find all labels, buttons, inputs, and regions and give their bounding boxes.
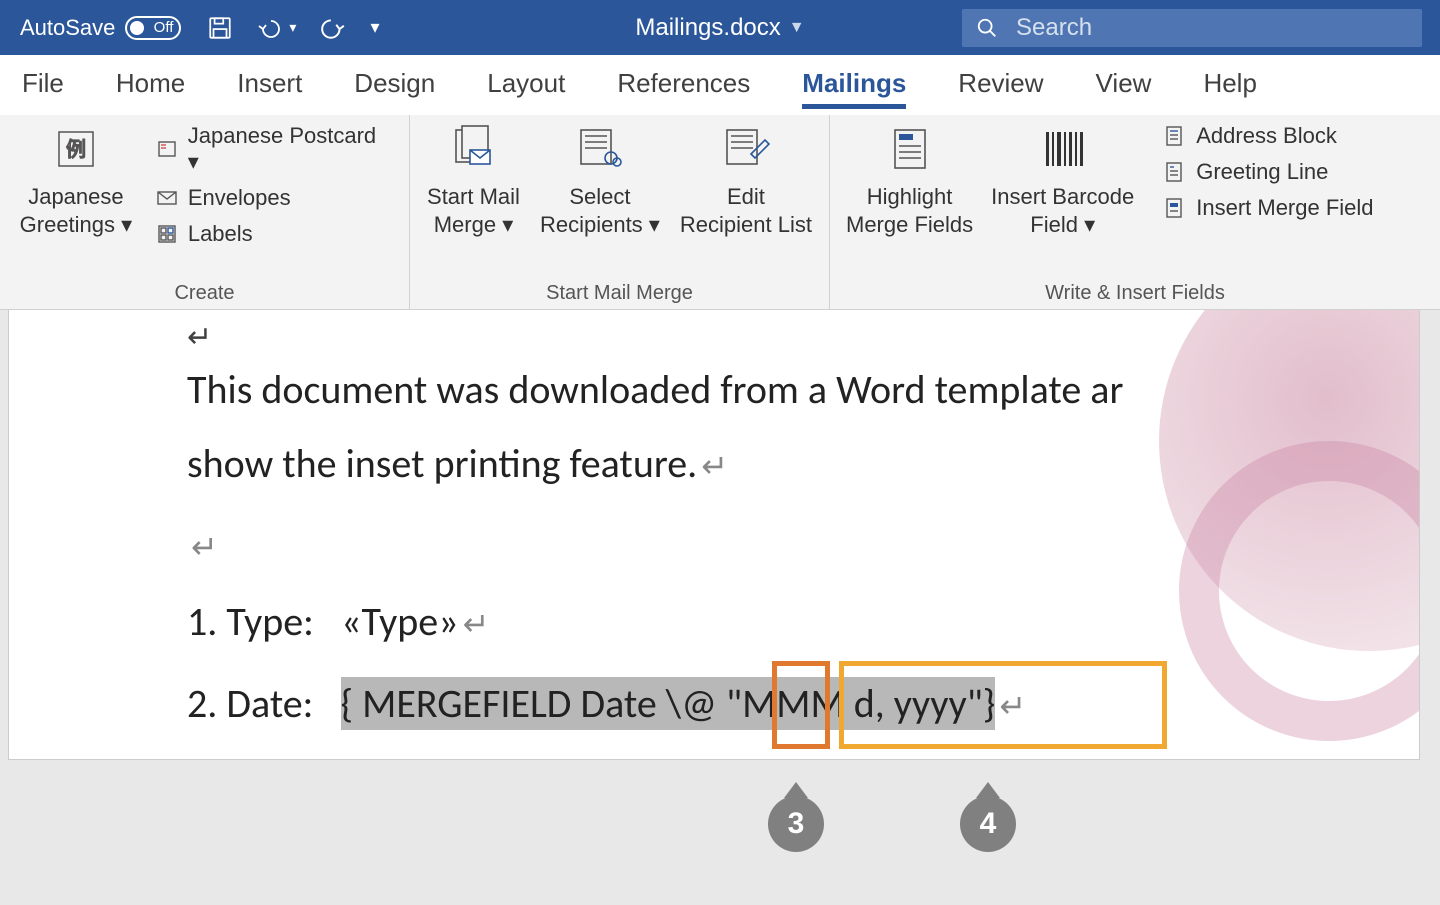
envelope-icon — [154, 189, 180, 207]
highlight-icon — [885, 123, 935, 175]
title-bar: AutoSave Off ▾ ▾ Mailings.docx ▼ Search — [0, 0, 1440, 55]
merge-space — [717, 679, 726, 728]
japanese-greetings-label: JapaneseGreetings ▾ — [20, 183, 133, 238]
toggle-state: Off — [154, 19, 174, 36]
toggle-knob — [130, 21, 144, 35]
document-title[interactable]: Mailings.docx ▼ — [635, 14, 804, 42]
insert-barcode-field-label: Insert BarcodeField ▾ — [991, 183, 1134, 238]
greeting-line-button[interactable]: Greeting Line — [1162, 159, 1373, 185]
select-recipients-label: SelectRecipients ▾ — [540, 183, 660, 238]
merge-switch: \@ — [666, 679, 717, 728]
group-write-title: Write & Insert Fields — [846, 282, 1424, 305]
save-icon[interactable] — [207, 15, 233, 41]
undo-icon[interactable]: ▾ — [257, 15, 296, 41]
address-block-icon — [1162, 125, 1188, 147]
greeting-line-icon — [1162, 161, 1188, 183]
merge-prefix: { MERGEFIELD Date — [341, 679, 666, 728]
envelopes-button[interactable]: Envelopes — [154, 185, 393, 211]
customize-qat-icon[interactable]: ▾ — [370, 17, 379, 38]
document-page[interactable]: ↵ This document was downloaded from a Wo… — [8, 310, 1420, 760]
tab-layout[interactable]: Layout — [487, 68, 565, 103]
group-start-mail-merge: Start MailMerge ▾ SelectRecipients ▾ Edi… — [410, 115, 830, 309]
address-block-button[interactable]: Address Block — [1162, 123, 1373, 149]
ribbon: 例 JapaneseGreetings ▾ Japanese Postcard … — [0, 115, 1440, 310]
tab-file[interactable]: File — [22, 68, 64, 103]
greeting-line-label: Greeting Line — [1196, 159, 1328, 185]
tab-mailings[interactable]: Mailings — [802, 68, 906, 103]
labels-label: Labels — [188, 221, 253, 247]
autosave-label: AutoSave — [20, 15, 115, 41]
insert-merge-field-button[interactable]: Insert Merge Field — [1162, 195, 1373, 221]
document-area: ↵ This document was downloaded from a Wo… — [0, 310, 1440, 905]
return-mark: ↵ — [463, 605, 490, 644]
type-merge-field[interactable]: «Type» — [341, 597, 459, 646]
body-line-1: This document was downloaded from a Word… — [187, 369, 1123, 411]
japanese-postcard-button[interactable]: Japanese Postcard ▾ — [154, 123, 393, 175]
insert-merge-field-label: Insert Merge Field — [1196, 195, 1373, 221]
labels-button[interactable]: Labels — [154, 221, 393, 247]
tab-home[interactable]: Home — [116, 68, 185, 103]
envelopes-label: Envelopes — [188, 185, 291, 211]
edit-recipient-list-button[interactable]: EditRecipient List — [680, 123, 812, 238]
list-item-type: 1. Type: «Type»↵ — [187, 601, 489, 643]
callout-box-4 — [839, 661, 1167, 749]
quick-access-toolbar: ▾ ▾ — [207, 15, 379, 41]
group-create-title: Create — [16, 282, 393, 305]
search-placeholder: Search — [1016, 14, 1092, 42]
body-line-2: show the inset printing feature.↵ — [187, 443, 728, 485]
tab-references[interactable]: References — [617, 68, 750, 103]
start-mail-merge-label: Start MailMerge ▾ — [427, 183, 520, 238]
group-create: 例 JapaneseGreetings ▾ Japanese Postcard … — [0, 115, 410, 309]
japanese-postcard-label: Japanese Postcard ▾ — [188, 123, 393, 175]
group-start-title: Start Mail Merge — [426, 282, 813, 305]
autosave-toggle[interactable]: Off — [125, 16, 181, 40]
edit-recipient-list-label: EditRecipient List — [680, 183, 812, 238]
return-mark: ↵ — [701, 447, 728, 486]
highlight-merge-fields-label: HighlightMerge Fields — [846, 183, 973, 238]
address-block-label: Address Block — [1196, 123, 1337, 149]
tab-design[interactable]: Design — [354, 68, 435, 103]
tab-review[interactable]: Review — [958, 68, 1043, 103]
select-recipients-button[interactable]: SelectRecipients ▾ — [540, 123, 660, 238]
date-label: 2. Date: — [187, 679, 313, 728]
postcard-icon — [154, 138, 180, 160]
barcode-icon — [1038, 123, 1088, 175]
type-label: 1. Type: — [187, 597, 314, 646]
callout-4: 4 — [960, 796, 1016, 852]
highlight-merge-fields-button[interactable]: HighlightMerge Fields — [846, 123, 973, 238]
recipients-icon — [575, 123, 625, 175]
document-name: Mailings.docx — [635, 14, 780, 42]
labels-icon — [154, 223, 180, 245]
merge-field-icon — [1162, 197, 1188, 219]
svg-text:例: 例 — [66, 138, 86, 161]
insert-barcode-field-button[interactable]: Insert BarcodeField ▾ — [991, 123, 1134, 238]
greetings-icon: 例 — [53, 123, 99, 175]
empty-paragraph-mark: ↵ — [191, 531, 218, 565]
search-icon — [976, 17, 998, 39]
mail-merge-icon — [448, 123, 498, 175]
callout-box-3 — [772, 661, 830, 749]
edit-list-icon — [721, 123, 771, 175]
autosave-control[interactable]: AutoSave Off — [20, 15, 181, 41]
search-box[interactable]: Search — [962, 9, 1422, 47]
paragraph-mark: ↵ — [187, 319, 212, 356]
tab-insert[interactable]: Insert — [237, 68, 302, 103]
start-mail-merge-button[interactable]: Start MailMerge ▾ — [427, 123, 520, 238]
tab-help[interactable]: Help — [1203, 68, 1256, 103]
tab-view[interactable]: View — [1096, 68, 1152, 103]
callout-3: 3 — [768, 796, 824, 852]
ribbon-tabs: File Home Insert Design Layout Reference… — [0, 55, 1440, 115]
group-write-insert: HighlightMerge Fields Insert BarcodeFiel… — [830, 115, 1440, 309]
redo-icon[interactable] — [320, 15, 346, 41]
japanese-greetings-button[interactable]: 例 JapaneseGreetings ▾ — [16, 123, 136, 238]
title-dropdown-icon[interactable]: ▼ — [789, 19, 805, 37]
